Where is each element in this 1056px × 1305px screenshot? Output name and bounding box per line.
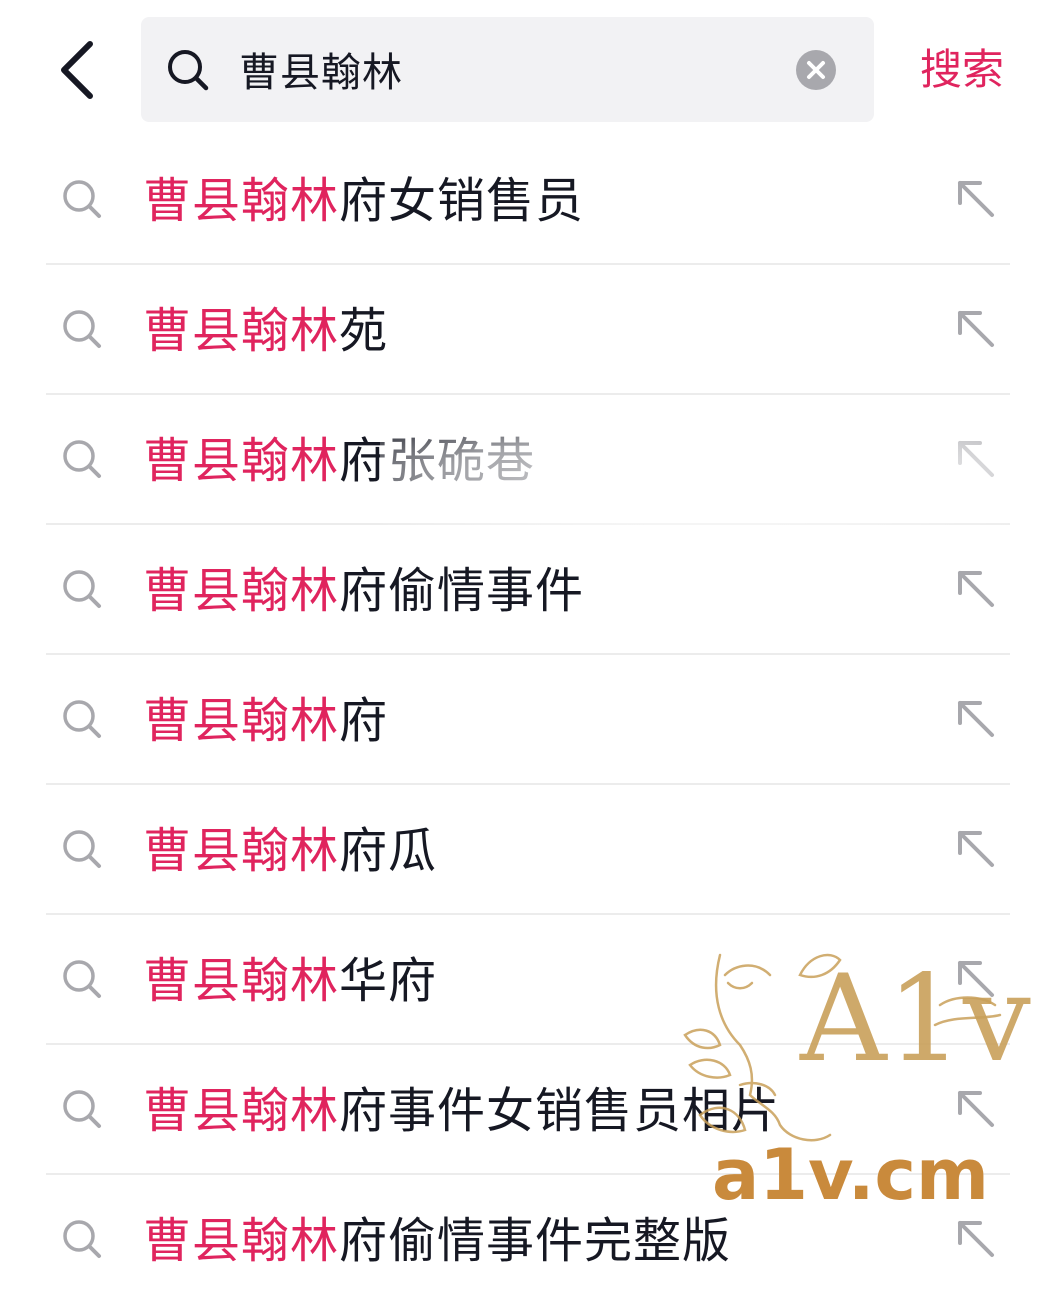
suggestion-text: 曹县翰林府事件女销售员相片 [143, 1077, 780, 1147]
search-header: 搜索 [0, 0, 1056, 140]
search-icon [63, 310, 101, 348]
search-box[interactable] [141, 17, 874, 122]
suggestion-rest: 苑 [339, 303, 389, 359]
suggestion-highlight: 曹县翰林 [143, 1083, 340, 1139]
arrow-up-left-icon[interactable] [950, 563, 1002, 615]
suggestion-rest: 府偷情事件 [339, 563, 585, 619]
suggestion-list: 曹县翰林府女销售员曹县翰林苑曹县翰林府张硊巷曹县翰林府偷情事件曹县翰林府曹县翰林… [0, 135, 1056, 1305]
suggestion-item[interactable]: 曹县翰林府女销售员 [0, 135, 1056, 265]
suggestion-item[interactable]: 曹县翰林华府 [0, 915, 1056, 1045]
search-icon [168, 50, 209, 91]
suggestion-rest: 华府 [339, 953, 438, 1009]
back-button[interactable] [52, 34, 106, 106]
suggestion-highlight: 曹县翰林 [143, 953, 340, 1009]
suggestion-highlight: 曹县翰林 [143, 693, 340, 749]
suggestion-rest: 府瓜 [339, 823, 438, 879]
suggestion-text: 曹县翰林府女销售员 [143, 167, 584, 237]
search-icon [63, 570, 101, 608]
clear-icon[interactable] [795, 49, 837, 91]
suggestion-highlight: 曹县翰林 [143, 303, 340, 359]
arrow-up-left-icon[interactable] [950, 173, 1002, 225]
suggestion-text: 曹县翰林华府 [143, 947, 437, 1017]
suggestion-highlight: 曹县翰林 [143, 823, 340, 879]
arrow-up-left-icon[interactable] [950, 1083, 1002, 1135]
suggestion-highlight: 曹县翰林 [143, 563, 340, 619]
suggestion-text: 曹县翰林苑 [143, 297, 388, 367]
search-icon [63, 1220, 101, 1258]
suggestion-text: 曹县翰林府偷情事件完整版 [143, 1207, 731, 1277]
suggestion-item[interactable]: 曹县翰林府偷情事件完整版 [0, 1175, 1056, 1305]
suggestion-text: 曹县翰林府瓜 [143, 817, 437, 887]
arrow-up-left-icon[interactable] [950, 1213, 1002, 1265]
suggestion-highlight: 曹县翰林 [143, 433, 340, 489]
smudge-overlay [380, 420, 1040, 530]
suggestion-rest: 府事件女销售员相片 [339, 1083, 781, 1139]
search-icon [63, 960, 101, 998]
arrow-up-left-icon[interactable] [950, 303, 1002, 355]
search-icon [63, 180, 101, 218]
suggestion-text: 曹县翰林府偷情事件 [143, 557, 584, 627]
search-icon [63, 830, 101, 868]
suggestion-item[interactable]: 曹县翰林府偷情事件 [0, 525, 1056, 655]
arrow-up-left-icon[interactable] [950, 953, 1002, 1005]
suggestion-rest: 府 [339, 693, 389, 749]
arrow-up-left-icon[interactable] [950, 823, 1002, 875]
suggestion-highlight: 曹县翰林 [143, 173, 340, 229]
suggestion-rest: 府女销售员 [339, 173, 585, 229]
suggestion-item[interactable]: 曹县翰林府事件女销售员相片 [0, 1045, 1056, 1175]
search-button[interactable]: 搜索 [920, 40, 1004, 100]
chevron-left-icon [61, 41, 93, 99]
search-icon [63, 700, 101, 738]
search-icon [63, 440, 101, 478]
suggestion-rest: 府偷情事件完整版 [339, 1213, 732, 1269]
search-icon [63, 1090, 101, 1128]
suggestion-item[interactable]: 曹县翰林苑 [0, 265, 1056, 395]
suggestion-item[interactable]: 曹县翰林府 [0, 655, 1056, 785]
suggestion-item[interactable]: 曹县翰林府瓜 [0, 785, 1056, 915]
search-input[interactable] [239, 37, 779, 101]
suggestion-highlight: 曹县翰林 [143, 1213, 340, 1269]
arrow-up-left-icon[interactable] [950, 693, 1002, 745]
suggestion-text: 曹县翰林府 [143, 687, 388, 757]
